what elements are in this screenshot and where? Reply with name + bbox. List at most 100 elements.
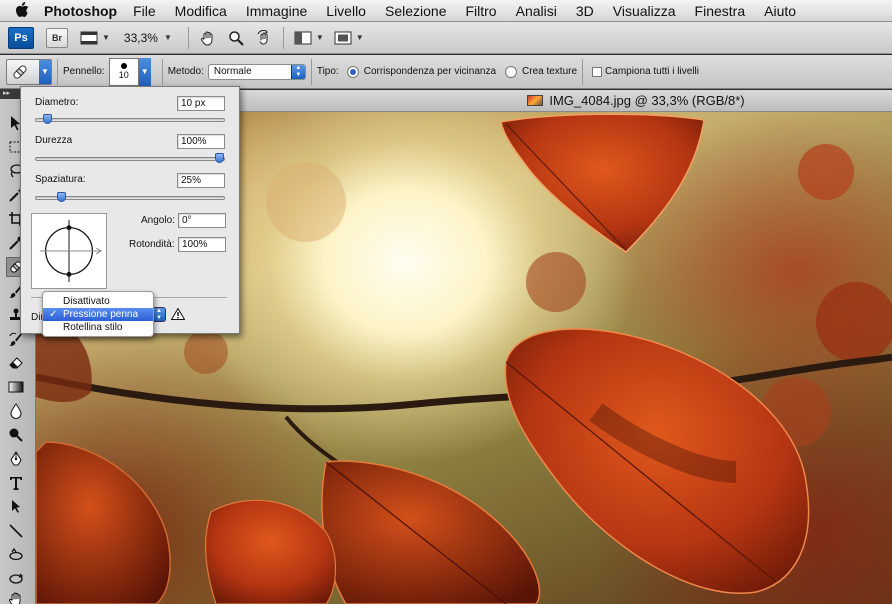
view-extras-icon[interactable]	[78, 28, 100, 48]
appbar-divider	[282, 26, 284, 49]
pen-tool-icon	[10, 451, 22, 466]
options-divider	[57, 58, 58, 85]
3d-orbit-icon	[9, 573, 24, 584]
diameter-slider[interactable]	[35, 114, 225, 124]
spacing-slider[interactable]	[35, 192, 225, 202]
size-control-dropdown-menu: Disattivato ✓ Pressione penna Rotellina …	[42, 291, 154, 337]
zoom-tool-icon[interactable]	[225, 28, 247, 48]
pen-tool[interactable]	[6, 449, 26, 469]
menu-item-label: Rotellina stilo	[63, 322, 123, 333]
sample-all-layers-label[interactable]: Campiona tutti i livelli	[605, 66, 699, 77]
diameter-slider-knob[interactable]	[43, 114, 52, 124]
spacing-input[interactable]: 25%	[177, 173, 225, 188]
menu-visualizza[interactable]: Visualizza	[613, 3, 676, 19]
line-tool[interactable]	[6, 521, 26, 541]
sample-all-layers-checkbox[interactable]	[592, 66, 603, 77]
eraser-tool[interactable]	[6, 353, 26, 373]
hardness-slider-knob[interactable]	[215, 153, 224, 163]
hardness-input[interactable]: 100%	[177, 134, 225, 149]
diameter-input[interactable]: 10 px	[177, 96, 225, 111]
type-option-create-texture[interactable]: Crea texture	[522, 66, 577, 77]
3d-orbit-tool[interactable]	[6, 569, 26, 589]
tool-preset-dropdown-icon[interactable]: ▼	[39, 59, 51, 84]
checkmark-icon: ✓	[49, 309, 58, 320]
tool-preset-picker[interactable]: ▼	[6, 58, 52, 85]
angle-input[interactable]: 0°	[178, 213, 226, 228]
type-tool[interactable]	[6, 473, 26, 493]
rotate-view-icon[interactable]	[253, 28, 275, 48]
type-radio-create-texture[interactable]	[505, 65, 518, 78]
type-label: Tipo:	[316, 66, 339, 77]
menu-selezione[interactable]: Selezione	[385, 3, 447, 19]
menu-immagine[interactable]: Immagine	[246, 3, 307, 19]
document-tab[interactable]: IMG_4084.jpg @ 33,3% (RGB/8*)	[240, 90, 892, 112]
photoshop-logo-icon: Ps	[8, 26, 34, 49]
line-tool-icon	[9, 524, 23, 538]
apple-menu-icon[interactable]	[0, 2, 44, 19]
healing-brush-icon	[13, 64, 27, 79]
document-thumbnail-icon	[527, 95, 544, 106]
options-divider	[310, 58, 312, 85]
menu-file[interactable]: File	[133, 3, 156, 19]
zoom-caret-icon[interactable]: ▼	[164, 33, 172, 42]
arrange-documents-icon[interactable]	[292, 28, 314, 48]
zoom-level[interactable]: 33,3%	[124, 31, 158, 45]
launch-bridge-button[interactable]: Br	[46, 27, 68, 48]
brush-picker-dropdown-icon[interactable]: ▼	[138, 57, 151, 86]
roundness-input[interactable]: 100%	[178, 237, 226, 252]
mode-label: Metodo:	[167, 66, 204, 77]
3d-rotate-tool[interactable]	[6, 545, 26, 565]
mode-select-arrows-icon: ▲ ▼	[290, 64, 305, 79]
hand-tool-panel-icon	[9, 592, 21, 604]
screen-mode-icon[interactable]	[332, 28, 354, 48]
options-divider	[161, 58, 163, 85]
appbar-divider	[187, 26, 189, 49]
spacing-slider-knob[interactable]	[57, 192, 66, 202]
dodge-tool[interactable]	[6, 425, 26, 445]
3d-rotate-icon	[9, 547, 23, 561]
brush-size-value: 10	[118, 70, 129, 80]
menu-modifica[interactable]: Modifica	[175, 3, 227, 19]
menu-bar: Photoshop File Modifica Immagine Livello…	[0, 0, 892, 22]
blur-tool[interactable]	[6, 401, 26, 421]
size-control-select-arrows-icon[interactable]: ▲ ▼	[152, 307, 166, 322]
application-bar: Ps Br ▼ 33,3% ▼ ▼ ▼	[0, 22, 892, 54]
menu-item-label: Pressione penna	[63, 309, 139, 320]
spacing-label: Spaziatura:	[35, 174, 86, 185]
dodge-icon	[9, 428, 23, 442]
menu-livello[interactable]: Livello	[326, 3, 366, 19]
menu-finestra[interactable]: Finestra	[695, 3, 746, 19]
menu-item-rotellina-stilo[interactable]: Rotellina stilo	[43, 321, 153, 334]
gradient-tool[interactable]	[6, 377, 26, 397]
menu-filtro[interactable]: Filtro	[465, 3, 496, 19]
mode-value: Normale	[213, 66, 252, 77]
menu-3d[interactable]: 3D	[576, 3, 594, 19]
brush-tip-icon	[120, 63, 127, 69]
hardness-label: Durezza	[35, 135, 73, 146]
app-menu-photoshop[interactable]: Photoshop	[44, 3, 117, 19]
angle-roundness-preview[interactable]	[31, 213, 107, 289]
tool-options-bar: ▼ Pennello: 10 ▼ Metodo: Normale ▲ ▼ Tipo…	[0, 55, 892, 89]
path-selection-tool[interactable]	[6, 497, 26, 517]
screen-mode-caret-icon[interactable]: ▼	[356, 33, 364, 42]
options-divider	[582, 58, 584, 85]
angle-label: Angolo:	[141, 215, 175, 226]
mode-select[interactable]: Normale ▲ ▼	[207, 63, 306, 80]
menu-aiuto[interactable]: Aiuto	[764, 3, 796, 19]
hand-tool[interactable]	[6, 589, 26, 604]
diameter-label: Diametro:	[35, 97, 79, 108]
view-extras-caret-icon[interactable]: ▼	[102, 33, 110, 42]
arrange-caret-icon[interactable]: ▼	[316, 33, 324, 42]
type-tool-icon	[10, 477, 22, 490]
menu-item-label: Disattivato	[63, 296, 110, 307]
menu-analisi[interactable]: Analisi	[516, 3, 557, 19]
brush-picker[interactable]: 10	[108, 57, 139, 86]
gradient-icon	[8, 381, 24, 393]
hardness-slider[interactable]	[35, 153, 225, 163]
menu-item-pressione-penna[interactable]: ✓ Pressione penna	[43, 308, 153, 321]
type-option-proximity-match[interactable]: Corrispondenza per vicinanza	[364, 66, 496, 77]
blur-icon	[10, 403, 22, 419]
type-radio-proximity-match[interactable]	[346, 65, 359, 78]
hand-tool-icon[interactable]	[197, 28, 219, 48]
menu-item-disattivato[interactable]: Disattivato	[43, 295, 153, 308]
